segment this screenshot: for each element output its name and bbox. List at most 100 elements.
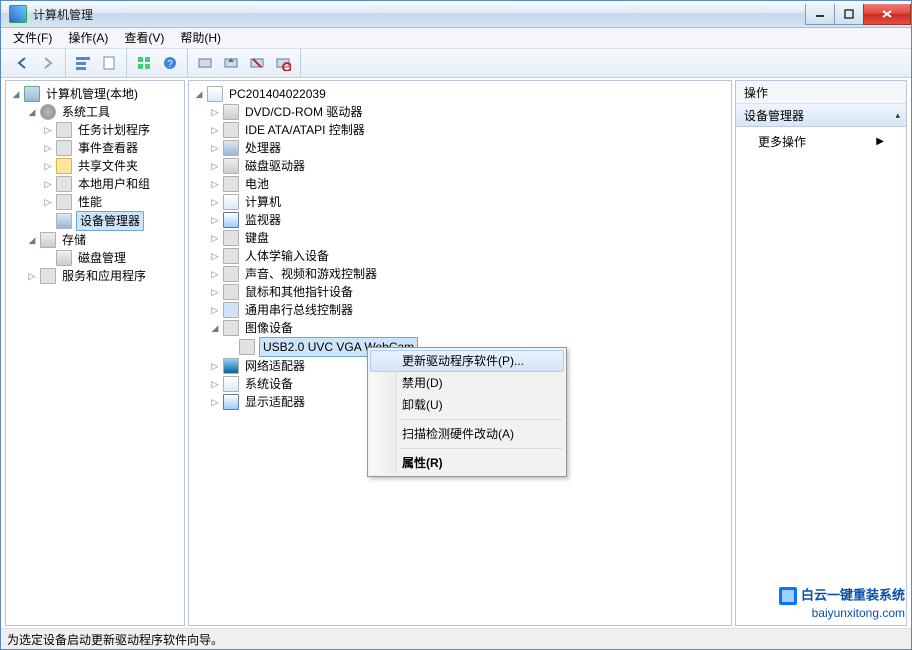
device-root[interactable]: ◢ PC201404022039 — [189, 85, 731, 103]
tree-root[interactable]: ◢计算机管理(本地) — [6, 85, 184, 103]
dev-cpu[interactable]: ▷处理器 — [189, 139, 731, 157]
nav-back-button[interactable] — [10, 51, 34, 75]
dev-disk[interactable]: ▷磁盘驱动器 — [189, 157, 731, 175]
dev-hid[interactable]: ▷人体学输入设备 — [189, 247, 731, 265]
spacer — [42, 252, 54, 264]
expand-icon[interactable]: ▷ — [209, 160, 221, 172]
cm-label: 卸载(U) — [402, 398, 443, 412]
expand-icon[interactable]: ▷ — [209, 378, 221, 390]
computer-icon — [24, 86, 40, 102]
dev-monitor[interactable]: ▷监视器 — [189, 211, 731, 229]
cm-properties[interactable]: 属性(R) — [370, 452, 564, 474]
nav-forward-button[interactable] — [36, 51, 60, 75]
dev-keyboard[interactable]: ▷键盘 — [189, 229, 731, 247]
tree-label: 任务计划程序 — [76, 121, 152, 139]
expand-icon[interactable]: ▷ — [42, 142, 54, 154]
tree-disk-management[interactable]: 磁盘管理 — [6, 249, 184, 267]
tree-label: 设备管理器 — [76, 211, 144, 231]
dev-ide[interactable]: ▷IDE ATA/ATAPI 控制器 — [189, 121, 731, 139]
dev-dvd[interactable]: ▷DVD/CD-ROM 驱动器 — [189, 103, 731, 121]
expand-icon[interactable]: ▷ — [209, 286, 221, 298]
tree-label: 系统工具 — [60, 103, 112, 121]
disable-icon — [275, 55, 291, 71]
tree-task-scheduler[interactable]: ▷ 任务计划程序 — [6, 121, 184, 139]
services-icon — [40, 268, 56, 284]
svg-text:?: ? — [167, 59, 173, 70]
expand-icon[interactable]: ▷ — [209, 232, 221, 244]
imaging-icon — [223, 320, 239, 336]
expand-icon[interactable]: ▷ — [26, 270, 38, 282]
actions-pane: 操作 设备管理器 ▴ 更多操作 ▶ — [735, 80, 907, 626]
expand-icon[interactable]: ▷ — [42, 160, 54, 172]
tree-event-viewer[interactable]: ▷事件查看器 — [6, 139, 184, 157]
expand-icon[interactable]: ▷ — [209, 124, 221, 136]
console-tree-pane[interactable]: ◢计算机管理(本地) ◢ 系统工具 ▷ 任务计划程序 ▷事件查看器 ▷ 共享文件夹 ▷… — [5, 80, 185, 626]
storage-icon — [40, 232, 56, 248]
performance-icon — [56, 194, 72, 210]
cm-disable[interactable]: 禁用(D) — [370, 372, 564, 394]
expand-icon[interactable]: ◢ — [10, 88, 22, 100]
cm-uninstall[interactable]: 卸载(U) — [370, 394, 564, 416]
cm-update-driver[interactable]: 更新驱动程序软件(P)... — [370, 350, 564, 372]
dev-mouse[interactable]: ▷鼠标和其他指针设备 — [189, 283, 731, 301]
show-hide-tree-button[interactable] — [71, 51, 95, 75]
window-buttons — [806, 4, 911, 24]
app-icon — [9, 5, 27, 23]
expand-icon[interactable]: ▷ — [209, 268, 221, 280]
console-tree: ◢计算机管理(本地) ◢ 系统工具 ▷ 任务计划程序 ▷事件查看器 ▷ 共享文件夹 ▷… — [6, 81, 184, 289]
menu-file[interactable]: 文件(F) — [5, 28, 60, 48]
minimize-button[interactable] — [805, 4, 835, 25]
disable-button[interactable] — [271, 51, 295, 75]
tree-device-manager[interactable]: 设备管理器 — [6, 211, 184, 231]
expand-icon[interactable]: ▷ — [209, 196, 221, 208]
expand-icon[interactable]: ▷ — [209, 250, 221, 262]
expand-icon[interactable]: ◢ — [26, 106, 38, 118]
dev-imaging[interactable]: ◢图像设备 — [189, 319, 731, 337]
tree-shared-folders[interactable]: ▷ 共享文件夹 — [6, 157, 184, 175]
node-label: 通用串行总线控制器 — [243, 301, 355, 319]
action-more[interactable]: 更多操作 ▶ — [736, 127, 906, 156]
menu-view[interactable]: 查看(V) — [116, 28, 172, 48]
actions-section[interactable]: 设备管理器 ▴ — [736, 104, 906, 127]
context-menu-separator — [400, 448, 562, 449]
expand-icon[interactable]: ◢ — [26, 234, 38, 246]
expand-icon[interactable]: ▷ — [209, 214, 221, 226]
dev-usb[interactable]: ▷ 通用串行总线控制器 — [189, 301, 731, 319]
expand-icon[interactable]: ▷ — [42, 196, 54, 208]
tree-label: 共享文件夹 — [76, 157, 140, 175]
tree-local-users[interactable]: ▷本地用户和组 — [6, 175, 184, 193]
expand-icon[interactable]: ▷ — [209, 360, 221, 372]
scan-hardware-button[interactable] — [193, 51, 217, 75]
cm-label: 扫描检测硬件改动(A) — [402, 427, 514, 441]
expand-icon[interactable]: ▷ — [209, 178, 221, 190]
close-button[interactable] — [863, 4, 911, 25]
expand-icon[interactable]: ◢ — [209, 322, 221, 334]
tree-storage[interactable]: ◢存储 — [6, 231, 184, 249]
battery-icon — [223, 176, 239, 192]
help-button[interactable]: ? — [158, 51, 182, 75]
expand-icon[interactable]: ▷ — [209, 396, 221, 408]
expand-icon[interactable]: ◢ — [193, 88, 205, 100]
cpu-icon — [223, 140, 239, 156]
view-button[interactable] — [132, 51, 156, 75]
tree-services-apps[interactable]: ▷服务和应用程序 — [6, 267, 184, 285]
update-driver-button[interactable] — [219, 51, 243, 75]
node-label: PC201404022039 — [227, 85, 328, 103]
expand-icon[interactable]: ▷ — [209, 142, 221, 154]
tree-system-tools[interactable]: ◢ 系统工具 — [6, 103, 184, 121]
collapse-icon[interactable]: ▴ — [895, 110, 900, 121]
dev-computer[interactable]: ▷计算机 — [189, 193, 731, 211]
uninstall-button[interactable] — [245, 51, 269, 75]
cm-scan[interactable]: 扫描检测硬件改动(A) — [370, 423, 564, 445]
menu-help[interactable]: 帮助(H) — [172, 28, 229, 48]
properties-button[interactable] — [97, 51, 121, 75]
expand-icon[interactable]: ▷ — [42, 124, 54, 136]
dev-sound[interactable]: ▷声音、视频和游戏控制器 — [189, 265, 731, 283]
maximize-button[interactable] — [834, 4, 864, 25]
expand-icon[interactable]: ▷ — [42, 178, 54, 190]
expand-icon[interactable]: ▷ — [209, 106, 221, 118]
expand-icon[interactable]: ▷ — [209, 304, 221, 316]
tree-performance[interactable]: ▷性能 — [6, 193, 184, 211]
dev-battery[interactable]: ▷电池 — [189, 175, 731, 193]
menu-action[interactable]: 操作(A) — [60, 28, 116, 48]
